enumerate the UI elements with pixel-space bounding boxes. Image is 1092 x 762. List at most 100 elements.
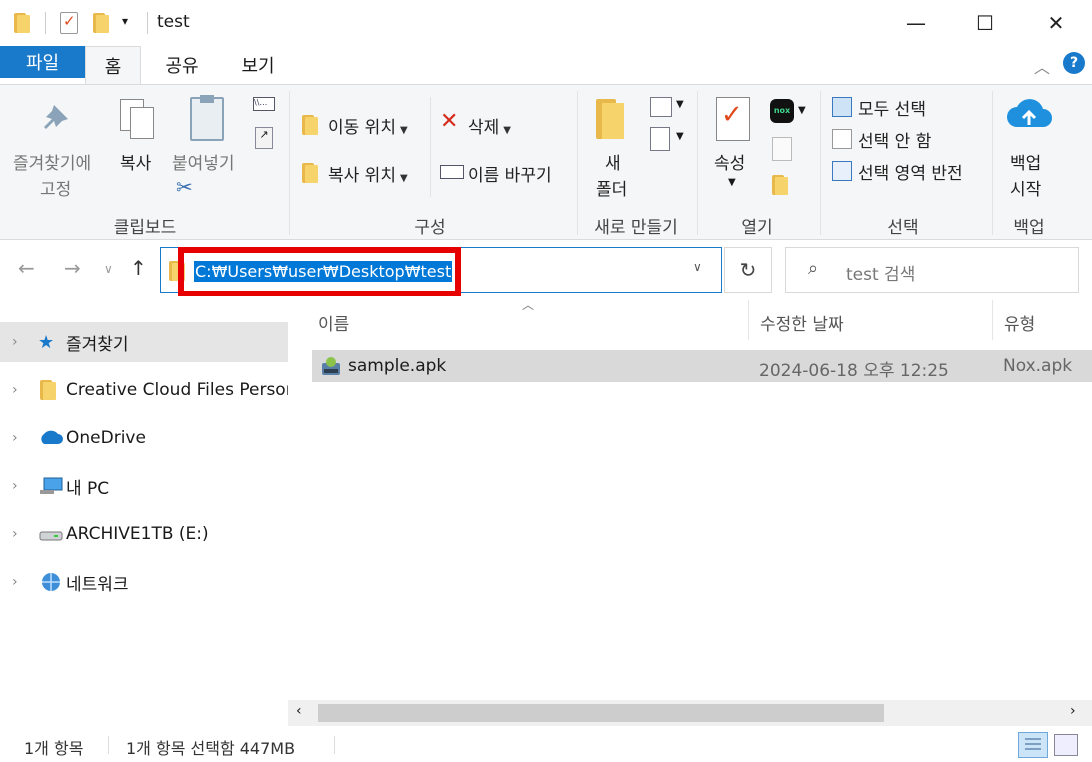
nav-item-this-pc[interactable]: › 내 PC (0, 466, 288, 506)
properties-icon: ✓ (716, 97, 750, 141)
select-all-button[interactable]: 모두 선택 (858, 95, 926, 120)
file-modified: 2024-06-18 오후 12:25 (759, 361, 949, 381)
file-type: Nox.apk (1003, 356, 1073, 376)
horizontal-scrollbar[interactable]: ‹ › (288, 700, 1092, 726)
select-none-button[interactable]: 선택 안 함 (858, 127, 931, 152)
delete-button[interactable]: 삭제 ▼ (468, 113, 511, 138)
window-title: test (157, 12, 190, 32)
large-icons-view-icon[interactable] (1054, 734, 1078, 756)
nav-label: ARCHIVE1TB (E:) (66, 524, 209, 544)
column-header-type[interactable]: 유형 (1004, 310, 1035, 335)
back-icon[interactable]: ← (18, 256, 35, 280)
nav-item-archive-drive[interactable]: › ARCHIVE1TB (E:) (0, 514, 288, 554)
chevron-down-icon[interactable]: ▼ (728, 177, 736, 188)
nav-item-creative-cloud[interactable]: › Creative Cloud Files Person (0, 370, 296, 410)
select-all-icon (832, 97, 852, 117)
copy-icon (120, 99, 156, 141)
easy-access-icon[interactable] (650, 127, 670, 151)
minimize-button[interactable]: — (886, 0, 946, 46)
column-header-name[interactable]: 이름 (318, 310, 349, 335)
details-view-icon[interactable] (1018, 732, 1048, 758)
maximize-button[interactable]: ☐ (955, 0, 1015, 46)
start-backup-button[interactable]: 백업 (1010, 149, 1041, 174)
search-input[interactable]: test 검색 (846, 260, 915, 285)
chevron-right-icon[interactable]: › (12, 574, 18, 590)
move-to-icon (302, 115, 318, 135)
scrollbar-thumb[interactable] (318, 704, 884, 722)
nox-app-icon[interactable]: nox (770, 99, 794, 123)
status-bar: 1개 항목 1개 항목 선택함 447MB (0, 728, 1092, 762)
tab-view[interactable]: 보기 (226, 46, 290, 84)
delete-label: 삭제 (468, 118, 500, 138)
refresh-button[interactable]: ↻ (724, 247, 772, 293)
chevron-right-icon[interactable]: › (12, 382, 18, 398)
star-icon: ★ (38, 332, 55, 353)
chevron-right-icon[interactable]: › (12, 334, 18, 350)
tab-home[interactable]: 홈 (85, 46, 141, 84)
copy-to-icon (302, 163, 318, 183)
tab-share[interactable]: 공유 (150, 46, 214, 84)
table-row[interactable]: sample.apk 2024-06-18 오후 12:25 Nox.apk (312, 350, 1092, 382)
nav-label: OneDrive (66, 428, 146, 448)
close-button[interactable]: ✕ (1026, 0, 1086, 46)
tab-file[interactable]: 파일 (0, 46, 85, 78)
select-group-label: 선택 (887, 218, 919, 238)
selection-info: 1개 항목 선택함 447MB (126, 739, 296, 758)
copy-path-icon[interactable]: \\… (253, 97, 275, 111)
properties-button[interactable]: 속성 (714, 149, 745, 174)
cloud-upload-icon (1005, 99, 1053, 131)
chevron-down-icon[interactable]: ▼ (676, 131, 684, 142)
nav-item-quick-access[interactable]: › ★ 즐겨찾기 (0, 322, 288, 362)
chevron-right-icon[interactable]: › (12, 526, 18, 542)
chevron-down-icon[interactable]: ▾ (122, 14, 128, 28)
pin-label-line2: 고정 (40, 180, 72, 200)
cut-icon[interactable]: ✂ (176, 175, 193, 199)
sort-indicator-icon: ︿ (522, 298, 535, 312)
paste-button[interactable]: 붙여넣기 (172, 149, 235, 174)
new-folder-icon (596, 99, 626, 139)
folder-icon (40, 380, 62, 400)
pin-to-quick-access-button[interactable]: 즐겨찾기에 (13, 149, 91, 174)
scroll-left-icon[interactable]: ‹ (296, 703, 302, 719)
up-icon[interactable]: ↑ (130, 256, 147, 280)
navigation-pane: › ★ 즐겨찾기 › Creative Cloud Files Person ›… (0, 296, 296, 728)
address-highlight-box (178, 247, 461, 297)
drive-icon (38, 524, 63, 544)
paste-shortcut-icon[interactable]: ↗ (255, 127, 273, 149)
nav-item-onedrive[interactable]: › OneDrive (0, 418, 288, 458)
collapse-ribbon-icon[interactable]: ︿ (1034, 54, 1050, 78)
properties-quick-icon[interactable]: ✓ (60, 12, 78, 34)
search-icon: ⌕ (808, 258, 819, 279)
recent-locations-icon[interactable]: ∨ (104, 262, 113, 276)
history-icon[interactable] (772, 175, 788, 195)
file-list: ︿ 이름 수정한 날짜 유형 sample.apk 2024-06-18 오후 … (288, 296, 1092, 728)
chevron-down-icon[interactable]: ▼ (798, 105, 806, 116)
chevron-down-icon[interactable]: ▼ (676, 99, 684, 110)
scroll-right-icon[interactable]: › (1070, 703, 1076, 719)
chevron-right-icon[interactable]: › (12, 478, 18, 494)
nav-label: 네트워크 (66, 574, 129, 595)
new-folder-button[interactable]: 새 (605, 149, 621, 174)
nav-label: 즐겨찾기 (66, 334, 129, 355)
rename-button[interactable]: 이름 바꾸기 (468, 161, 552, 186)
edit-icon[interactable] (772, 137, 792, 161)
copy-to-button[interactable]: 복사 위치 ▼ (328, 161, 408, 186)
clipboard-group-label: 클립보드 (113, 218, 177, 238)
address-history-dropdown[interactable]: ∨ (693, 260, 702, 274)
move-to-button[interactable]: 이동 위치 ▼ (328, 113, 408, 138)
ribbon: 즐겨찾기에 고정 복사 붙여넣기 ✂ \\… ↗ 클립보드 이동 위치 ▼ 복사 … (0, 84, 1092, 240)
copy-button[interactable]: 복사 (120, 149, 151, 174)
forward-icon[interactable]: → (64, 256, 81, 280)
start-backup-label-line2: 시작 (1010, 180, 1042, 200)
ribbon-tab-bar: 파일 홈 공유 보기 ︿ ? (0, 46, 1092, 84)
new-item-icon[interactable] (650, 97, 672, 117)
search-box[interactable]: ⌕ test 검색 (785, 247, 1079, 293)
chevron-right-icon[interactable]: › (12, 430, 18, 446)
help-icon[interactable]: ? (1063, 52, 1085, 74)
invert-selection-button[interactable]: 선택 영역 반전 (858, 159, 963, 184)
nav-item-network[interactable]: › 네트워크 (0, 562, 288, 602)
new-folder-quick-icon[interactable] (93, 13, 109, 33)
pin-icon (40, 103, 74, 137)
column-header-modified[interactable]: 수정한 날짜 (760, 310, 844, 335)
network-icon (38, 572, 60, 592)
